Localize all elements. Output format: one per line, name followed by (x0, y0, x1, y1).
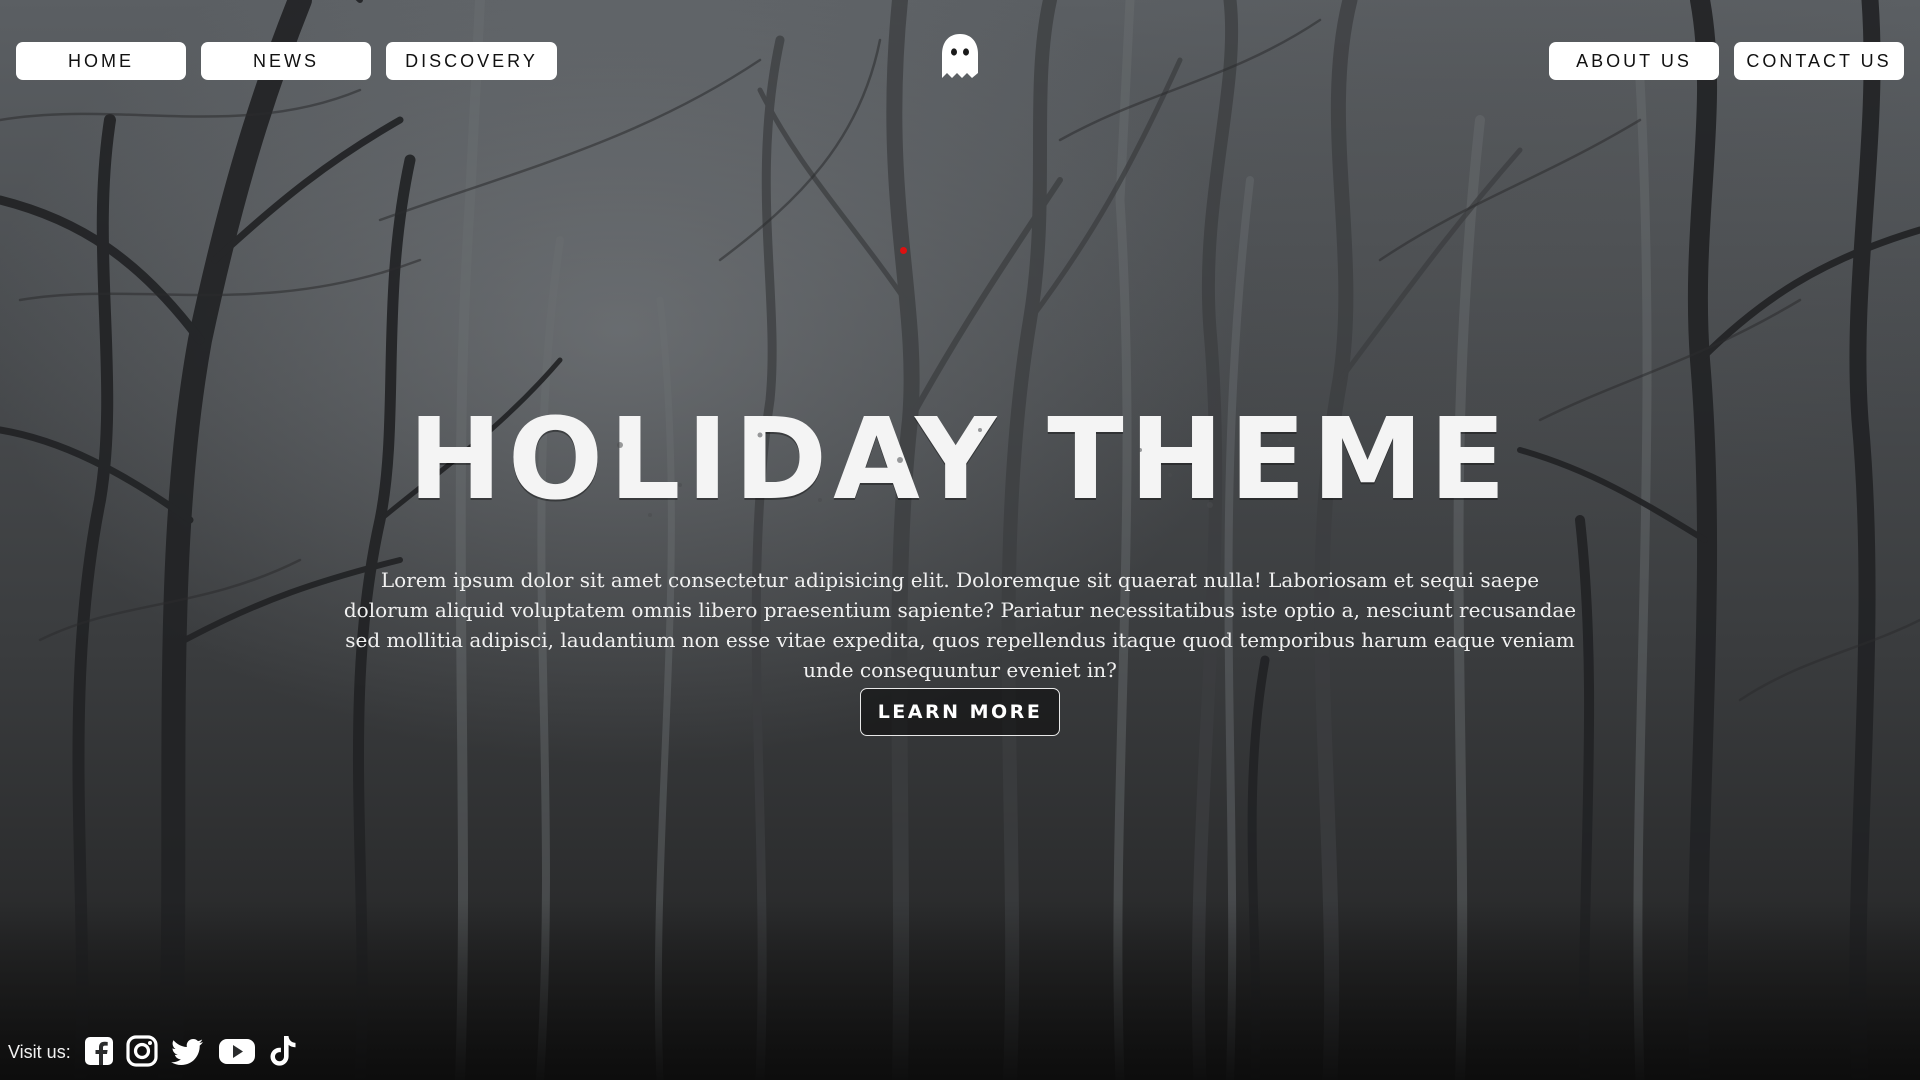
nav-home-button[interactable]: HOME (16, 42, 186, 80)
twitter-icon[interactable] (170, 1034, 204, 1068)
nav-discovery-button[interactable]: DISCOVERY (386, 42, 557, 80)
nav-about-us-button[interactable]: ABOUT US (1549, 42, 1719, 80)
forest-background (0, 0, 1920, 1080)
facebook-icon[interactable] (84, 1034, 114, 1068)
learn-more-button[interactable]: LEARN MORE (860, 688, 1060, 736)
hero-description: Lorem ipsum dolor sit amet consectetur a… (343, 568, 1577, 682)
nav-contact-us-button[interactable]: CONTACT US (1734, 42, 1904, 80)
nav-news-button[interactable]: NEWS (201, 42, 371, 80)
hero-title: HOLIDAY THEME (408, 395, 1512, 525)
visit-us-label: Visit us: (8, 1042, 71, 1062)
tiktok-icon[interactable] (268, 1034, 298, 1068)
red-accent-dot (900, 247, 907, 254)
ghost-icon[interactable] (938, 32, 982, 84)
instagram-icon[interactable] (126, 1034, 158, 1068)
youtube-icon[interactable] (218, 1034, 256, 1068)
